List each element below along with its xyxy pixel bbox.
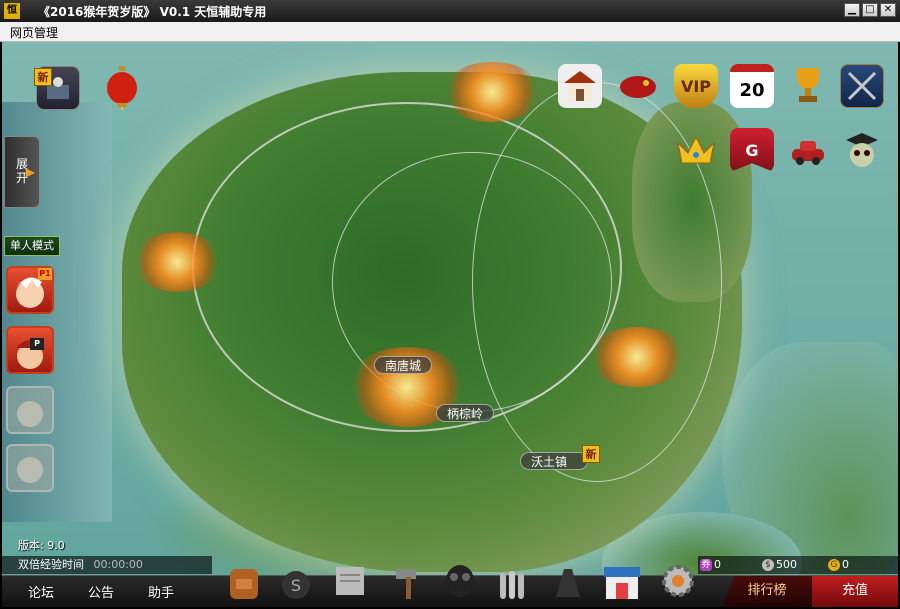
minimize-button[interactable]: ▁ bbox=[844, 3, 860, 17]
crown-icon[interactable] bbox=[674, 128, 718, 172]
hammer-icon[interactable] bbox=[388, 558, 428, 604]
menu-bar: 网页管理 bbox=[0, 22, 900, 42]
tab-forum[interactable]: 论坛 bbox=[28, 582, 54, 601]
menu-web-manage[interactable]: 网页管理 bbox=[10, 24, 58, 41]
recharge-button[interactable]: 充值 bbox=[812, 576, 898, 607]
backpack-icon[interactable] bbox=[224, 558, 264, 604]
new-badge-wotu: 新 bbox=[582, 445, 600, 463]
leaderboard-button[interactable]: 排行榜 bbox=[722, 576, 812, 607]
window-controls: ▁ □ ✕ bbox=[844, 3, 896, 17]
double-exp-label: 双倍经验时间 bbox=[18, 558, 84, 571]
banner-g-icon[interactable]: G bbox=[730, 128, 774, 172]
single-player-mode-label[interactable]: 单人模式 bbox=[4, 236, 60, 256]
window-title: 《2016猴年贺岁版》 V0.1 天恒辅助专用 bbox=[38, 4, 267, 19]
title-bar: 恒 《2016猴年贺岁版》 V0.1 天恒辅助专用 ▁ □ ✕ bbox=[0, 0, 900, 22]
gold-coin-icon: G bbox=[828, 559, 840, 571]
zombie-graduate-icon[interactable] bbox=[840, 128, 884, 172]
gas-mask-icon[interactable] bbox=[440, 558, 480, 604]
app-icon: 恒 bbox=[4, 3, 20, 19]
chevron-right-icon: ▶ bbox=[25, 165, 35, 179]
new-badge-camp: 新 bbox=[34, 68, 52, 86]
city-label-wotu[interactable]: 沃土镇 bbox=[520, 452, 588, 470]
p2-badge: P bbox=[30, 338, 44, 350]
avatar-p2[interactable]: P bbox=[6, 326, 54, 374]
scroll-icon[interactable] bbox=[330, 558, 370, 604]
svg-text:S: S bbox=[291, 576, 301, 595]
beret-icon[interactable] bbox=[616, 64, 660, 108]
trophy-icon[interactable] bbox=[786, 64, 830, 108]
expand-tab[interactable]: 展 开 ▶ bbox=[4, 136, 40, 208]
city-label-bingzong[interactable]: 柄棕岭 bbox=[436, 404, 495, 422]
skill-bag-icon[interactable]: S bbox=[276, 558, 316, 604]
shop-icon[interactable] bbox=[602, 558, 642, 604]
gold-value: 0 bbox=[842, 558, 849, 571]
maximize-button[interactable]: □ bbox=[862, 3, 878, 17]
resource-bar: 券 0 $ 500 G 0 bbox=[698, 556, 898, 574]
house-icon[interactable] bbox=[558, 64, 602, 108]
vip-shield-icon[interactable]: VIP bbox=[674, 64, 718, 108]
avatar-p1[interactable]: P1 bbox=[6, 266, 54, 314]
tab-assistant[interactable]: 助手 bbox=[148, 582, 174, 601]
settings-gear-icon[interactable] bbox=[658, 558, 698, 604]
silver-value: 500 bbox=[776, 558, 797, 571]
bottom-bar: 论坛 公告 助手 S 排行榜 充值 bbox=[2, 565, 898, 607]
ticket-value: 0 bbox=[714, 558, 721, 571]
ticket-icon: 券 bbox=[700, 559, 712, 571]
tank-icon[interactable] bbox=[786, 128, 830, 172]
silver-resource: $ 500 bbox=[762, 556, 797, 574]
double-exp-bar: 双倍经验时间 00:00:00 bbox=[2, 556, 212, 574]
bullets-icon[interactable] bbox=[492, 558, 532, 604]
version-label: 版本: 9.0 bbox=[18, 539, 65, 552]
city-label-nantang[interactable]: 南唐城 bbox=[374, 356, 433, 374]
lantern-icon[interactable] bbox=[100, 66, 144, 110]
calendar-icon[interactable]: 20 bbox=[730, 64, 774, 108]
double-exp-timer: 00:00:00 bbox=[93, 558, 143, 571]
close-button[interactable]: ✕ bbox=[880, 3, 896, 17]
hotspot-east[interactable] bbox=[587, 327, 687, 387]
hotspot-west[interactable] bbox=[132, 232, 222, 292]
crossed-rifles-icon[interactable] bbox=[840, 64, 884, 108]
tab-announcement[interactable]: 公告 bbox=[88, 582, 114, 601]
cannon-icon[interactable] bbox=[548, 558, 588, 604]
silver-coin-icon: $ bbox=[762, 559, 774, 571]
ticket-resource: 券 0 bbox=[700, 556, 721, 574]
game-map[interactable]: 南唐城 柄棕岭 沃土镇 新 新 VIP 20 G 展 开 ▶ 单人模式 P1 P… bbox=[2, 42, 898, 607]
p1-badge: P1 bbox=[38, 268, 52, 280]
avatar-locked-2[interactable] bbox=[6, 444, 54, 492]
hotspot-north[interactable] bbox=[442, 62, 542, 122]
gold-resource: G 0 bbox=[828, 556, 849, 574]
avatar-locked-1[interactable] bbox=[6, 386, 54, 434]
